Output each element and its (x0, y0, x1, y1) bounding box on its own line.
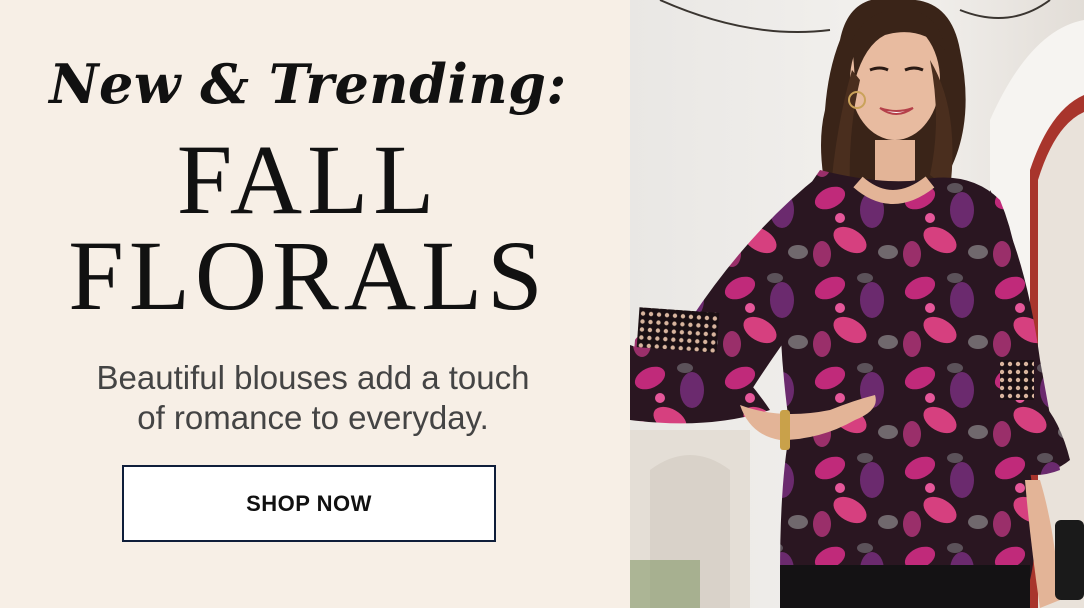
shop-now-button[interactable]: SHOP NOW (122, 465, 496, 542)
headline-line-1: FALL (176, 124, 440, 235)
promo-banner[interactable]: New & Trending: FALL FLORALS Beautiful b… (0, 0, 1084, 608)
promo-text-panel: New & Trending: FALL FLORALS Beautiful b… (0, 0, 630, 608)
promo-description: Beautiful blouses add a touch of romance… (0, 358, 626, 438)
model-photo[interactable] (630, 0, 1084, 608)
model-illustration (630, 0, 1084, 608)
description-line-2: of romance to everyday. (137, 399, 489, 436)
description-line-1: Beautiful blouses add a touch (96, 359, 530, 396)
promo-headline: FALL FLORALS (0, 124, 616, 331)
promo-kicker: New & Trending: (49, 52, 567, 116)
headline-line-2: FLORALS (68, 220, 548, 331)
